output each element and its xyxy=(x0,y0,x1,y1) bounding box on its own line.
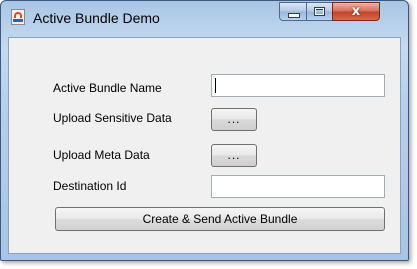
app-window: Active Bundle Demo x Active Bundle Name … xyxy=(0,0,409,261)
destination-id-input[interactable] xyxy=(211,175,385,198)
minimize-icon xyxy=(288,13,300,18)
form-panel: Active Bundle Name Upload Sensitive Data… xyxy=(8,37,401,254)
create-send-bundle-button[interactable]: Create & Send Active Bundle xyxy=(55,207,385,231)
bundle-name-input[interactable] xyxy=(211,74,385,97)
upload-meta-data-button[interactable]: ... xyxy=(211,144,257,167)
maximize-button[interactable] xyxy=(306,2,333,21)
close-icon: x xyxy=(351,4,361,19)
window-title: Active Bundle Demo xyxy=(33,10,160,26)
minimize-button[interactable] xyxy=(279,2,307,21)
destination-id-label: Destination Id xyxy=(53,179,127,193)
upload-sensitive-data-button[interactable]: ... xyxy=(211,108,257,131)
maximize-icon xyxy=(314,7,325,16)
text-caret xyxy=(215,78,216,93)
sensitive-data-label: Upload Sensitive Data xyxy=(53,111,172,125)
close-button[interactable]: x xyxy=(332,2,380,21)
title-bar[interactable]: Active Bundle Demo x xyxy=(1,1,408,37)
meta-data-label: Upload Meta Data xyxy=(53,148,150,162)
bundle-name-label: Active Bundle Name xyxy=(53,81,162,95)
java-cup-icon[interactable] xyxy=(11,9,25,25)
